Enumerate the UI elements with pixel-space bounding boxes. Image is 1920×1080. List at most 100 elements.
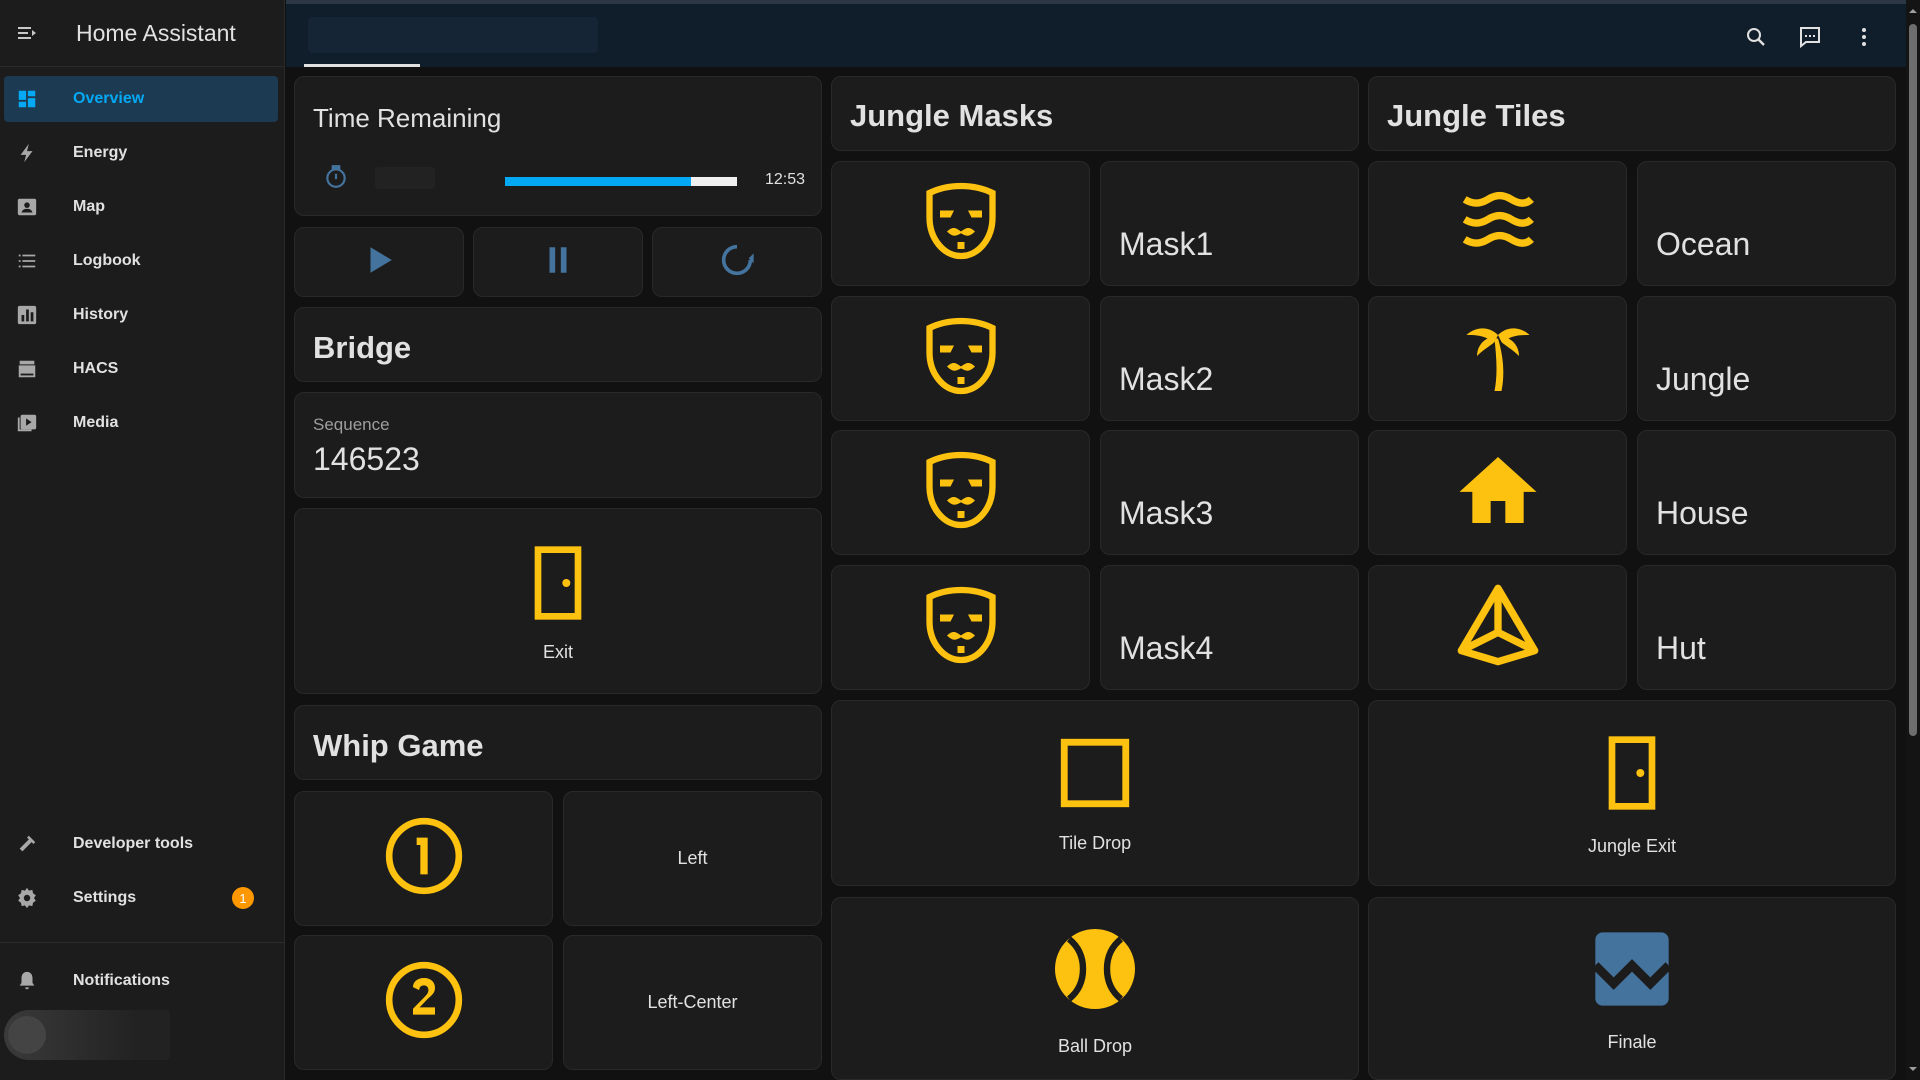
mask4-button[interactable]: Mask4	[1100, 565, 1359, 690]
sidebar: Home Assistant Overview Energy Map Logbo…	[0, 0, 285, 1080]
pause-button[interactable]	[473, 227, 643, 297]
sidebar-item-hacs[interactable]: HACS	[4, 346, 278, 392]
whip-left-button[interactable]: Left	[563, 791, 822, 926]
mask1-icon-button[interactable]	[831, 161, 1090, 286]
whip-1-button[interactable]	[294, 791, 553, 926]
whip-game-card: Whip Game	[294, 705, 822, 780]
door-icon	[1592, 729, 1672, 822]
timer-progress-fill	[505, 177, 691, 186]
jungle-exit-label: Jungle Exit	[1587, 836, 1677, 856]
exit-button[interactable]: Exit	[294, 508, 822, 694]
settings-badge: 1	[232, 887, 254, 909]
tile-drop-label: Tile Drop	[1058, 833, 1132, 853]
ocean-icon-button[interactable]	[1368, 161, 1627, 286]
square-outline-icon	[1054, 732, 1136, 819]
mask3-button[interactable]: Mask3	[1100, 430, 1359, 555]
more-options-icon[interactable]	[1846, 19, 1882, 55]
sidebar-item-media[interactable]: Media	[4, 400, 278, 446]
mask2-label: Mask2	[1119, 361, 1214, 397]
scroll-down-icon[interactable]	[1908, 1064, 1918, 1074]
sequence-value: 146523	[313, 441, 420, 477]
mask3-icon-button[interactable]	[831, 430, 1090, 555]
jungle-button[interactable]: Jungle	[1637, 296, 1896, 421]
menu-toggle-icon[interactable]	[0, 0, 54, 67]
refresh-icon	[717, 240, 757, 285]
hut-button[interactable]: Hut	[1637, 565, 1896, 690]
mask-icon	[919, 178, 1003, 269]
timer-card: Time Remaining 12:53	[294, 76, 822, 216]
sidebar-item-map[interactable]: Map	[4, 184, 278, 230]
top-toolbar	[286, 0, 1906, 67]
sidebar-item-notifications[interactable]: Notifications	[4, 958, 278, 1004]
sidebar-item-label: Settings	[73, 889, 137, 906]
pyramid-icon	[1452, 581, 1544, 674]
mask4-icon-button[interactable]	[831, 565, 1090, 690]
bridge-title: Bridge	[313, 330, 412, 365]
house-icon-button[interactable]	[1368, 430, 1627, 555]
whip-game-title: Whip Game	[313, 728, 484, 763]
user-profile[interactable]	[4, 1010, 170, 1060]
sidebar-item-label: HACS	[73, 360, 119, 377]
jungle-exit-button[interactable]: Jungle Exit	[1368, 700, 1896, 886]
mask-icon	[919, 313, 1003, 404]
jungle-tiles-card: Jungle Tiles	[1368, 76, 1896, 151]
sidebar-item-history[interactable]: History	[4, 292, 278, 338]
reset-button[interactable]	[652, 227, 822, 297]
app-title: Home Assistant	[76, 19, 236, 46]
whip-left-label: Left	[677, 848, 708, 868]
finale-button[interactable]: Finale	[1368, 897, 1896, 1080]
map-icon	[4, 196, 50, 218]
sidebar-item-overview[interactable]: Overview	[4, 76, 278, 122]
hammer-icon	[4, 833, 50, 855]
whip-2-button[interactable]	[294, 935, 553, 1070]
whip-left-center-label: Left-Center	[647, 992, 738, 1012]
media-icon	[4, 412, 50, 434]
active-tab-indicator	[304, 64, 420, 67]
waves-icon	[1452, 181, 1544, 266]
sidebar-item-developer-tools[interactable]: Developer tools	[4, 821, 278, 867]
mask1-button[interactable]: Mask1	[1100, 161, 1359, 286]
search-icon[interactable]	[1738, 19, 1774, 55]
scrollbar-thumb[interactable]	[1909, 24, 1917, 736]
whip-left-center-button[interactable]: Left-Center	[563, 935, 822, 1070]
pause-icon	[541, 243, 575, 282]
logbook-icon	[4, 250, 50, 272]
tennis-ball-icon	[1047, 921, 1143, 1022]
mask2-button[interactable]: Mask2	[1100, 296, 1359, 421]
sidebar-item-label: Logbook	[73, 252, 141, 269]
jungle-label: Jungle	[1656, 361, 1751, 397]
sidebar-item-label: Media	[73, 414, 119, 431]
sidebar-divider	[0, 942, 285, 943]
timer-progress-bar	[505, 177, 737, 186]
jungle-masks-title: Jungle Masks	[850, 98, 1054, 133]
sidebar-item-energy[interactable]: Energy	[4, 130, 278, 176]
ocean-button[interactable]: Ocean	[1637, 161, 1896, 286]
scroll-up-icon[interactable]	[1908, 6, 1918, 16]
mask2-icon-button[interactable]	[831, 296, 1090, 421]
timer-icon	[323, 164, 349, 195]
door-icon	[518, 539, 598, 632]
jungle-icon-button[interactable]	[1368, 296, 1627, 421]
ball-drop-button[interactable]: Ball Drop	[831, 897, 1359, 1080]
hut-label: Hut	[1656, 630, 1706, 666]
sidebar-item-label: Map	[73, 198, 105, 215]
sequence-card[interactable]: Sequence 146523	[294, 392, 822, 498]
tile-drop-button[interactable]: Tile Drop	[831, 700, 1359, 886]
sequence-label: Sequence	[313, 415, 390, 434]
house-button[interactable]: House	[1637, 430, 1896, 555]
home-icon	[1452, 446, 1544, 539]
sidebar-item-logbook[interactable]: Logbook	[4, 238, 278, 284]
overview-icon	[4, 88, 50, 110]
view-tab[interactable]	[308, 17, 598, 53]
gear-icon	[4, 887, 50, 909]
hut-icon-button[interactable]	[1368, 565, 1627, 690]
assist-chat-icon[interactable]	[1792, 19, 1828, 55]
jungle-tiles-title: Jungle Tiles	[1387, 98, 1566, 133]
sidebar-header: Home Assistant	[0, 0, 284, 67]
sidebar-item-settings[interactable]: Settings 1	[4, 875, 278, 921]
ocean-label: Ocean	[1656, 226, 1751, 262]
page-scrollbar[interactable]	[1906, 0, 1920, 1080]
sidebar-item-label: Developer tools	[73, 835, 194, 852]
avatar	[8, 1016, 46, 1054]
play-button[interactable]	[294, 227, 464, 297]
